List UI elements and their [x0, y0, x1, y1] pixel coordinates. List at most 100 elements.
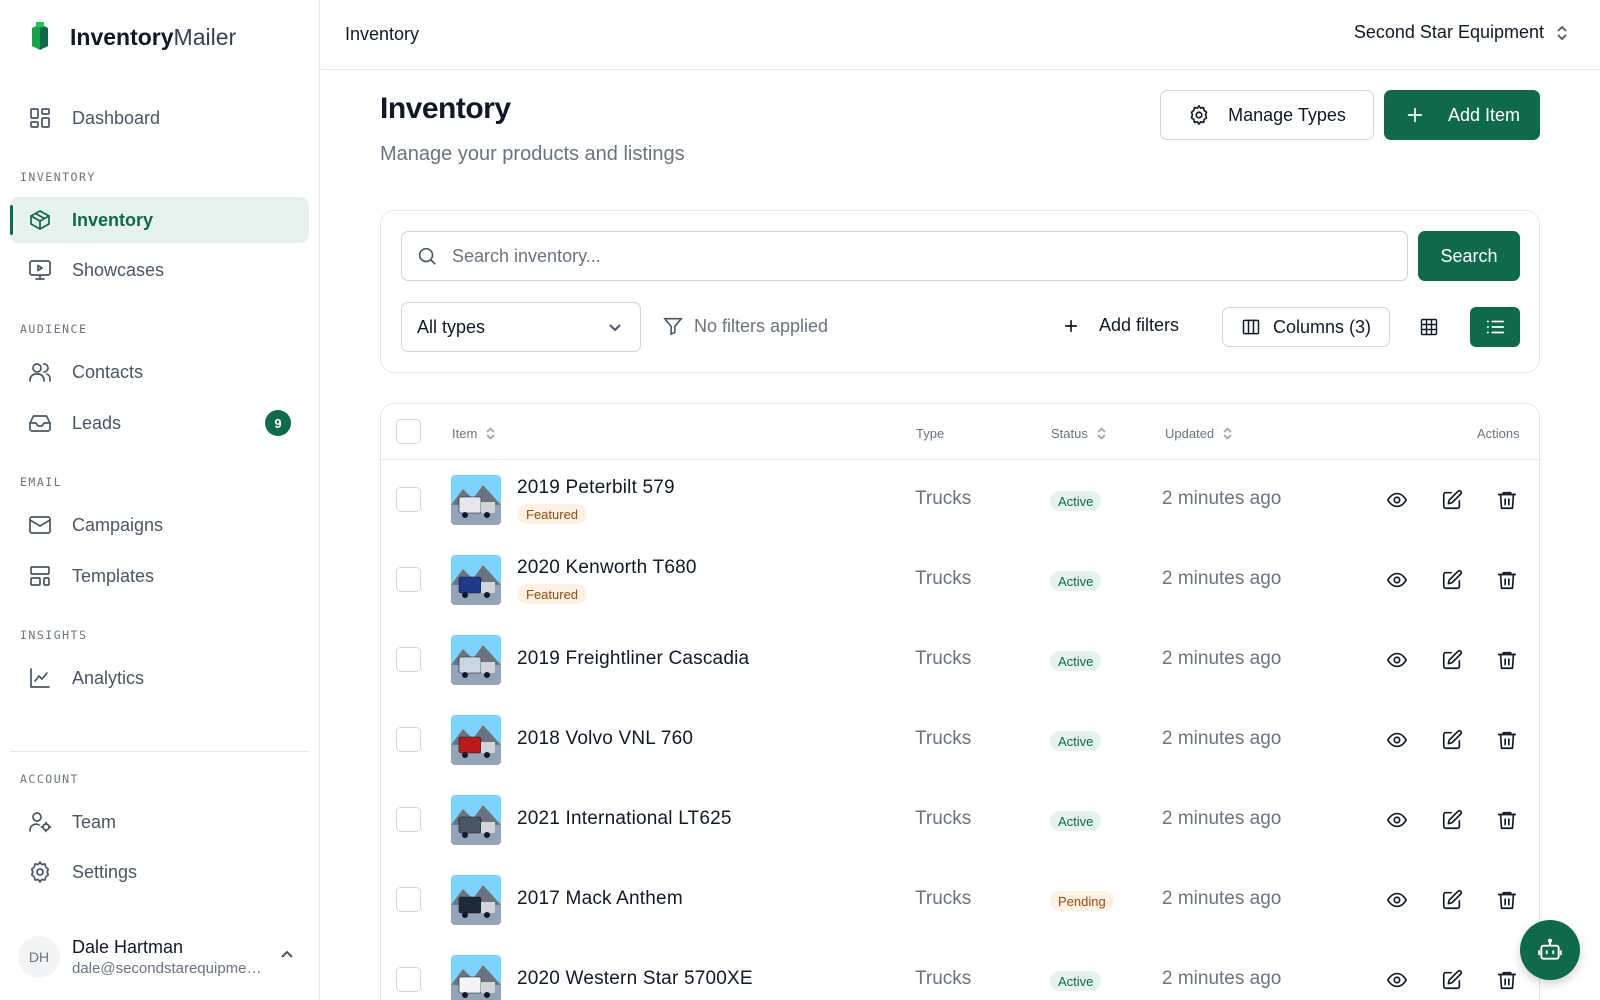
column-header-type: Type: [916, 426, 945, 441]
item-name[interactable]: 2017 Mack Anthem: [517, 888, 683, 910]
chevron-down-icon: [609, 324, 621, 332]
edit-icon: [1441, 489, 1463, 511]
sidebar-item-dashboard[interactable]: Dashboard: [10, 95, 309, 141]
item-name[interactable]: 2020 Western Star 5700XE: [517, 968, 753, 990]
edit-button[interactable]: [1439, 487, 1465, 513]
section-label-insights: INSIGHTS: [20, 628, 88, 642]
delete-button[interactable]: [1494, 887, 1520, 913]
select-all-checkbox[interactable]: [396, 419, 421, 444]
row-checkbox[interactable]: [396, 487, 421, 512]
add-item-label: Add Item: [1447, 104, 1521, 125]
sidebar-item-team[interactable]: Team: [10, 799, 309, 845]
delete-button[interactable]: [1494, 967, 1520, 993]
row-checkbox[interactable]: [396, 647, 421, 672]
add-filters-button[interactable]: Add filters: [1061, 315, 1179, 336]
table-row[interactable]: 2017 Mack Anthem Trucks Pending 2 minutes a…: [381, 860, 1539, 940]
search-input[interactable]: [452, 245, 1352, 267]
view-button[interactable]: [1384, 967, 1410, 993]
item-name[interactable]: 2019 Freightliner Cascadia: [517, 648, 749, 670]
edit-button[interactable]: [1439, 807, 1465, 833]
assistant-button[interactable]: [1520, 920, 1580, 980]
table-row[interactable]: 2019 Freightliner Cascadia Trucks Active 2 …: [381, 620, 1539, 700]
table-row[interactable]: 2018 Volvo VNL 760 Trucks Active 2 minutes …: [381, 700, 1539, 780]
sort-icon: [1223, 427, 1232, 440]
item-name[interactable]: 2021 International LT625: [517, 808, 732, 830]
view-button[interactable]: [1384, 567, 1410, 593]
sidebar-item-leads[interactable]: Leads 9: [10, 400, 309, 446]
trash-icon: [1496, 889, 1518, 911]
updated-time: 2 minutes ago: [1162, 488, 1282, 509]
sidebar-item-label: Settings: [72, 861, 138, 882]
sidebar-item-inventory[interactable]: Inventory: [10, 197, 309, 243]
item-thumbnail: [451, 475, 501, 525]
layout-template-icon: [28, 564, 52, 588]
table-row[interactable]: 2021 International LT625 Trucks Active 2 mi…: [381, 780, 1539, 860]
sidebar-item-showcases[interactable]: Showcases: [10, 247, 309, 293]
item-name[interactable]: 2019 Peterbilt 579: [517, 477, 675, 499]
table-row[interactable]: 2020 Western Star 5700XE Trucks Active 2 mi…: [381, 940, 1539, 1000]
sidebar-item-label: Templates: [72, 565, 155, 586]
table-row[interactable]: 2020 Kenworth T680 Featured Trucks Active 2 …: [381, 540, 1539, 620]
trash-icon: [1496, 729, 1518, 751]
search-button[interactable]: Search: [1418, 231, 1520, 281]
box-icon: [28, 208, 52, 232]
table-row[interactable]: 2019 Peterbilt 579 Featured Trucks Active 2 …: [381, 460, 1539, 540]
updated-time: 2 minutes ago: [1162, 968, 1282, 989]
item-name[interactable]: 2018 Volvo VNL 760: [517, 728, 693, 750]
delete-button[interactable]: [1494, 727, 1520, 753]
brand[interactable]: InventoryMailer: [30, 22, 236, 52]
search-box[interactable]: [401, 231, 1408, 281]
trash-icon: [1496, 649, 1518, 671]
view-button[interactable]: [1384, 487, 1410, 513]
list-view-button[interactable]: [1470, 307, 1520, 347]
brand-name: InventoryMailer: [70, 23, 237, 50]
edit-button[interactable]: [1439, 567, 1465, 593]
eye-icon: [1386, 569, 1408, 591]
status-badge: Active: [1050, 491, 1102, 511]
item-name[interactable]: 2020 Kenworth T680: [517, 557, 697, 579]
edit-button[interactable]: [1439, 727, 1465, 753]
delete-button[interactable]: [1494, 647, 1520, 673]
edit-button[interactable]: [1439, 887, 1465, 913]
column-header-status[interactable]: Status: [1051, 426, 1107, 441]
delete-button[interactable]: [1494, 807, 1520, 833]
organization-switcher[interactable]: Second Star Equipment: [1354, 22, 1570, 43]
sidebar-item-analytics[interactable]: Analytics: [10, 655, 309, 701]
view-button[interactable]: [1384, 727, 1410, 753]
column-header-updated[interactable]: Updated: [1165, 426, 1233, 441]
manage-types-button[interactable]: Manage Types: [1160, 90, 1374, 140]
item-type: Trucks: [915, 568, 972, 589]
grid-view-button[interactable]: [1405, 307, 1453, 347]
sidebar-item-campaigns[interactable]: Campaigns: [10, 502, 309, 548]
row-checkbox[interactable]: [396, 727, 421, 752]
view-button[interactable]: [1384, 647, 1410, 673]
eye-icon: [1386, 489, 1408, 511]
sort-icon: [486, 427, 495, 440]
gear-icon: [1190, 105, 1208, 125]
leads-count-badge: 9: [265, 410, 291, 436]
row-checkbox[interactable]: [396, 807, 421, 832]
sidebar-item-settings[interactable]: Settings: [10, 849, 309, 895]
view-button[interactable]: [1384, 887, 1410, 913]
edit-icon: [1441, 889, 1463, 911]
edit-button[interactable]: [1439, 647, 1465, 673]
type-select[interactable]: All types: [401, 302, 641, 352]
view-button[interactable]: [1384, 807, 1410, 833]
sidebar-item-contacts[interactable]: Contacts: [10, 349, 309, 395]
filter-status-text: No filters applied: [694, 315, 829, 336]
delete-button[interactable]: [1494, 487, 1520, 513]
sidebar-item-label: Inventory: [72, 209, 154, 230]
user-menu[interactable]: DH Dale Hartman dale@secondstarequipment…: [18, 932, 308, 982]
row-checkbox[interactable]: [396, 887, 421, 912]
row-checkbox[interactable]: [396, 967, 421, 992]
column-header-item[interactable]: Item: [452, 426, 496, 441]
section-label-account: ACCOUNT: [20, 772, 79, 786]
columns-button[interactable]: Columns (3): [1222, 307, 1390, 347]
inventory-table: Item Type Status Updated Actions 2019 Pe…: [380, 403, 1540, 1000]
updated-time: 2 minutes ago: [1162, 888, 1282, 909]
edit-button[interactable]: [1439, 967, 1465, 993]
sidebar-item-templates[interactable]: Templates: [10, 553, 309, 599]
add-item-button[interactable]: Add Item: [1384, 90, 1540, 140]
delete-button[interactable]: [1494, 567, 1520, 593]
row-checkbox[interactable]: [396, 567, 421, 592]
